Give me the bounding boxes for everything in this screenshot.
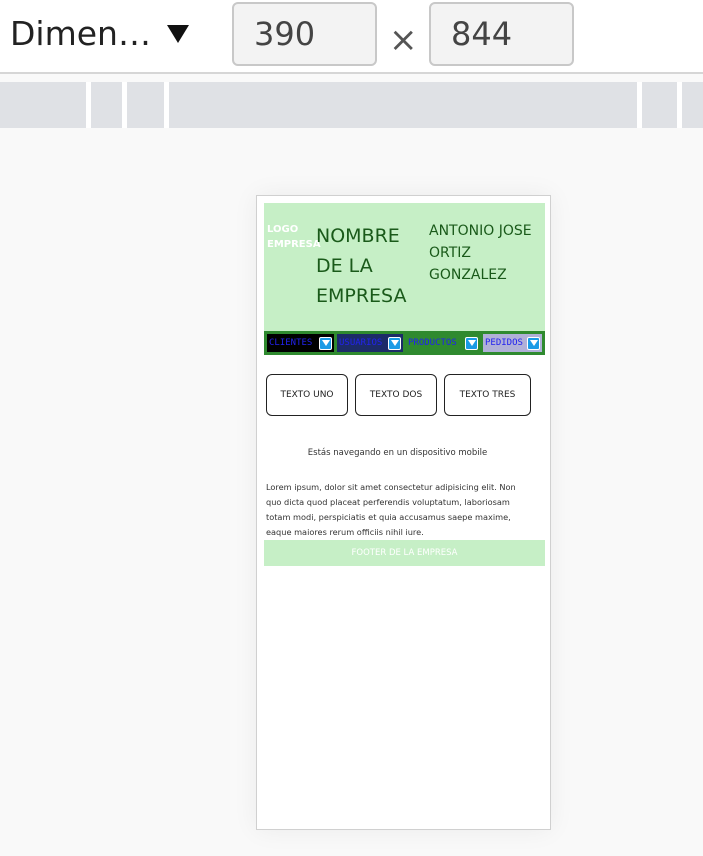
mobile-notice: Estás navegando en un dispositivo mobile <box>307 448 488 458</box>
device-dimensions-select[interactable]: Dimen… <box>10 14 189 53</box>
nav-item-label: CLIENTES <box>269 338 313 348</box>
company-name: NOMBRE DE LA EMPRESA <box>316 225 407 307</box>
texto-dos-button[interactable]: TEXTO DOS <box>355 374 437 416</box>
texto-tres-button[interactable]: TEXTO TRES <box>444 374 531 416</box>
media-query-marker[interactable] <box>86 82 91 128</box>
nav-item-pedidos[interactable]: PEDIDOS <box>483 334 542 352</box>
dropdown-arrow-icon[interactable] <box>465 336 478 350</box>
dropdown-arrow-icon[interactable] <box>527 336 540 350</box>
nav-item-label: PEDIDOS <box>485 338 523 348</box>
nav-item-usuarios[interactable]: USUARIOS <box>337 334 403 352</box>
nav-item-clientes[interactable]: CLIENTES <box>267 334 334 352</box>
media-query-marker[interactable] <box>637 82 642 128</box>
viewport-width-input[interactable]: 390 <box>232 2 377 66</box>
main-nav: CLIENTES USUARIOS PRODUCTOS PEDIDOS <box>264 331 545 355</box>
dimension-separator: × <box>389 20 418 60</box>
web-page: LOGO EMPRESA NOMBRE DE LA EMPRESA ANTONI… <box>264 203 545 355</box>
device-dimensions-label: Dimen… <box>10 14 151 53</box>
caret-down-icon <box>166 24 189 43</box>
media-query-marker[interactable] <box>164 82 169 128</box>
nav-item-productos[interactable]: PRODUCTOS <box>406 334 480 352</box>
user-name: ANTONIO JOSE ORTIZ GONZALEZ <box>429 223 532 283</box>
nav-item-label: USUARIOS <box>339 338 383 348</box>
texto-uno-button[interactable]: TEXTO UNO <box>266 374 348 416</box>
dropdown-arrow-icon[interactable] <box>319 336 332 350</box>
dropdown-arrow-icon[interactable] <box>388 336 401 350</box>
media-query-marker[interactable] <box>122 82 127 128</box>
viewport-height-input[interactable]: 844 <box>429 2 574 66</box>
nav-item-label: PRODUCTOS <box>408 338 457 348</box>
site-header: LOGO EMPRESA NOMBRE DE LA EMPRESA ANTONI… <box>264 203 545 331</box>
site-footer: FOOTER DE LA EMPRESA <box>264 540 545 566</box>
company-logo: LOGO EMPRESA <box>267 224 321 250</box>
body-paragraph: Lorem ipsum, dolor sit amet consectetur … <box>266 482 516 537</box>
devtools-toolbar: Dimen… 390 × 844 <box>0 0 703 74</box>
device-frame: LOGO EMPRESA NOMBRE DE LA EMPRESA ANTONI… <box>256 195 551 830</box>
media-query-bar[interactable] <box>0 82 703 128</box>
media-query-marker[interactable] <box>677 82 682 128</box>
button-group: TEXTO UNO TEXTO DOS TEXTO TRES <box>266 374 531 416</box>
